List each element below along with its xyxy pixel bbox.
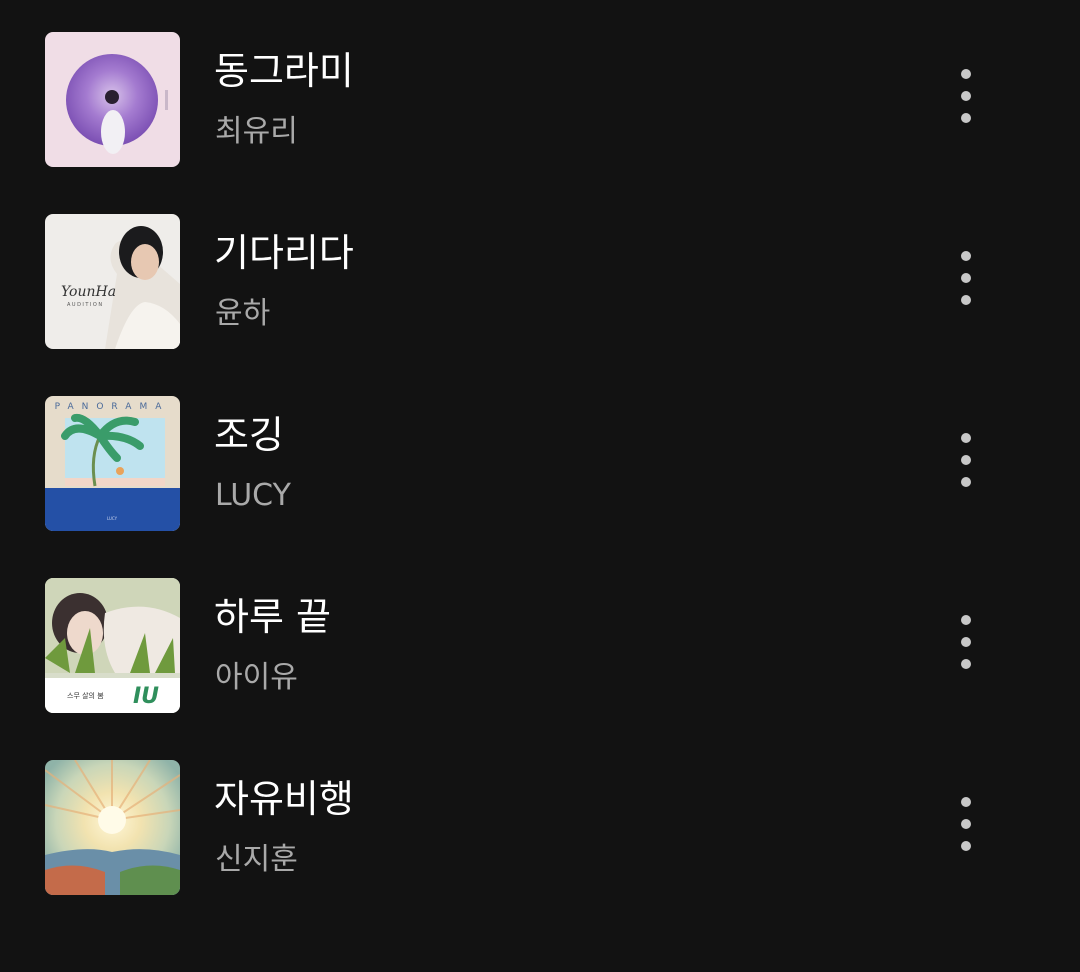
album-art bbox=[45, 32, 180, 167]
track-title: 조깅 bbox=[214, 413, 284, 457]
album-art: PANORAMA LUCY bbox=[45, 396, 180, 531]
track-row[interactable]: PANORAMA LUCY 조깅 LUCY bbox=[0, 364, 1080, 546]
more-vertical-icon[interactable] bbox=[946, 610, 986, 678]
album-art-caption: AUDITION bbox=[67, 302, 104, 308]
more-vertical-icon[interactable] bbox=[946, 246, 986, 314]
track-artist: 윤하 bbox=[215, 296, 271, 331]
more-vertical-icon[interactable] bbox=[946, 428, 986, 496]
track-row[interactable]: 자유비행 신지훈 bbox=[0, 728, 1080, 910]
album-art-footer: LUCY bbox=[107, 516, 118, 521]
album-art-logo: YounHa bbox=[61, 284, 116, 300]
more-vertical-icon[interactable] bbox=[946, 792, 986, 860]
track-list: 동그라미 최유리 YounHa AUDITION 기다리다 윤하 PANORAM… bbox=[0, 0, 1080, 972]
track-artist: 최유리 bbox=[215, 114, 298, 149]
track-title: 하루 끝 bbox=[214, 595, 331, 639]
track-artist: 아이유 bbox=[215, 660, 298, 695]
more-vertical-icon[interactable] bbox=[946, 64, 986, 132]
album-art bbox=[45, 760, 180, 895]
track-title: 기다리다 bbox=[214, 231, 354, 275]
track-artist: 신지훈 bbox=[215, 842, 298, 877]
album-art: 스무 살의 봄 IU bbox=[45, 578, 180, 713]
album-art-caption: 스무 살의 봄 bbox=[67, 691, 104, 700]
track-row[interactable]: YounHa AUDITION 기다리다 윤하 bbox=[0, 182, 1080, 364]
track-row[interactable]: 동그라미 최유리 bbox=[0, 0, 1080, 182]
album-art-logo: IU bbox=[133, 684, 159, 709]
album-art: YounHa AUDITION bbox=[45, 214, 180, 349]
track-title: 동그라미 bbox=[214, 49, 354, 93]
track-row[interactable]: 스무 살의 봄 IU 하루 끝 아이유 bbox=[0, 546, 1080, 728]
album-art-header: PANORAMA bbox=[55, 402, 170, 412]
track-artist: LUCY bbox=[215, 478, 291, 513]
track-title: 자유비행 bbox=[214, 777, 354, 821]
